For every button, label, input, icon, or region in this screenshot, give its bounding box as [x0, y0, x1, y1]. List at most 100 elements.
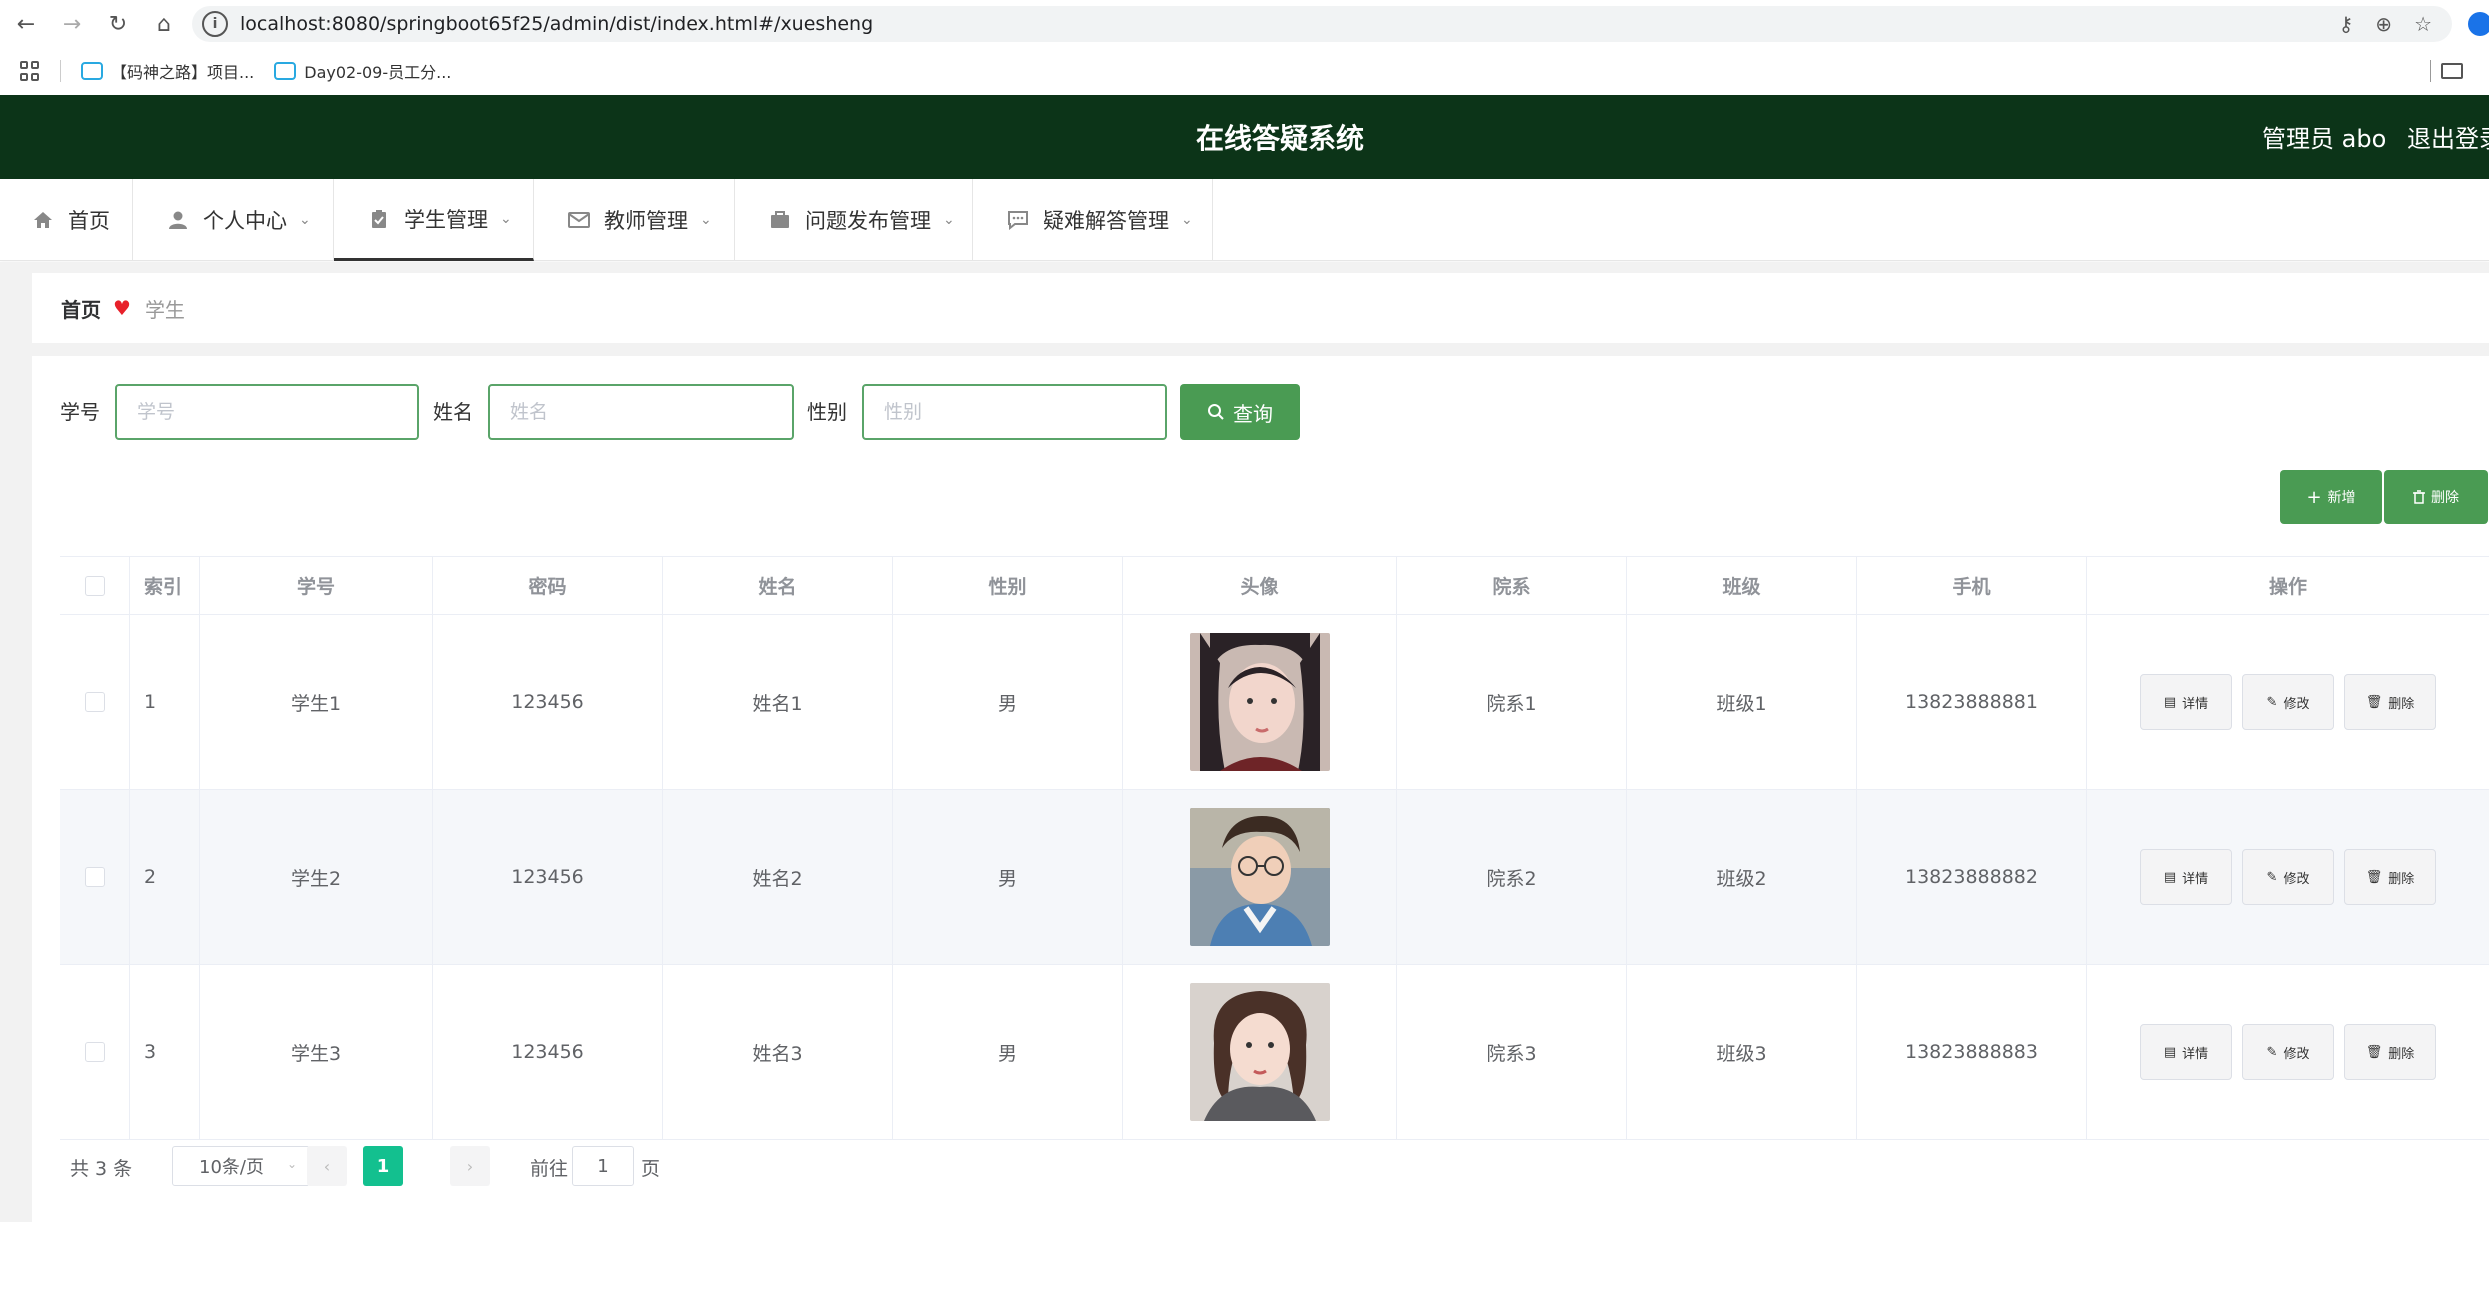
actions-cell: ▤ 详情 ✎ 修改 🗑︎ 删除: [2087, 615, 2489, 789]
password-key-icon[interactable]: ⚷: [2339, 12, 2354, 36]
chevron-down-icon: ⌄: [700, 212, 712, 228]
bookmarks-divider: [2430, 60, 2431, 82]
gender-input[interactable]: [862, 384, 1167, 440]
avatar-image[interactable]: [1189, 983, 1330, 1121]
avatar-image[interactable]: [1189, 633, 1330, 771]
delete-row-button[interactable]: 🗑︎ 删除: [2344, 1024, 2436, 1080]
column-header: 索引: [130, 557, 200, 614]
bookmark-item[interactable]: Day02-09-员工分...: [274, 59, 451, 83]
mail-icon: [568, 209, 590, 231]
menu-item-label: 个人中心: [203, 209, 287, 233]
name-label: 姓名: [433, 400, 473, 424]
menu-item-teacher-management[interactable]: 教师管理 ⌄: [534, 179, 735, 261]
delete-button-label: 删除: [2431, 490, 2459, 506]
delete-label: 删除: [2388, 1046, 2415, 1062]
chevron-right-icon: ›: [466, 1156, 474, 1176]
name-cell: 姓名1: [663, 615, 893, 789]
top-menu: 首页 个人中心 ⌄ 学生管理 ⌄ 教师管理 ⌄ 问题发布管理 ⌄ 疑难解答管理 …: [0, 179, 2489, 261]
edit-label: 修改: [2283, 696, 2310, 712]
menu-item-personal-center[interactable]: 个人中心 ⌄: [133, 179, 334, 261]
row-checkbox[interactable]: [84, 1042, 105, 1062]
forward-icon[interactable]: →: [52, 4, 92, 44]
menu-item-label: 首页: [68, 209, 110, 233]
bilibili-tv-icon: [81, 62, 103, 80]
student-id-cell: 学生2: [200, 790, 433, 964]
avatar-cell: [1123, 790, 1397, 964]
select-all-cell: [60, 557, 130, 614]
bookmark-star-icon[interactable]: ☆: [2414, 12, 2432, 36]
heart-icon: ♥: [113, 296, 131, 320]
folder-icon[interactable]: [2441, 63, 2463, 79]
column-header: 院系: [1397, 557, 1627, 614]
next-page-button[interactable]: ›: [450, 1146, 490, 1186]
student-id-input[interactable]: [115, 384, 419, 440]
menu-item-label: 学生管理: [404, 207, 488, 232]
class-cell: 班级1: [1627, 615, 1857, 789]
bookmark-item[interactable]: 【码神之路】项目...: [81, 59, 254, 83]
edit-button[interactable]: ✎ 修改: [2242, 674, 2334, 730]
detail-label: 详情: [2182, 696, 2209, 712]
logout-button[interactable]: 退出登录: [2407, 119, 2489, 154]
menu-item-answer-management[interactable]: 疑难解答管理 ⌄: [973, 179, 1213, 261]
student-id-label: 学号: [60, 400, 100, 424]
row-checkbox[interactable]: [84, 692, 105, 712]
menu-item-student-management[interactable]: 学生管理 ⌄: [334, 179, 534, 261]
chevron-down-icon: ⌄: [286, 1157, 297, 1171]
document-icon: ▤: [2163, 1044, 2177, 1060]
apps-grid-icon[interactable]: [20, 61, 40, 81]
menu-item-question-publish[interactable]: 问题发布管理 ⌄: [735, 179, 973, 261]
student-table: 索引 学号 密码 姓名 性别 头像 院系 班级 手机 操作 1 学生1 1234…: [60, 556, 2489, 1140]
reload-icon[interactable]: ↻: [98, 4, 138, 44]
table-row: 3 学生3 123456 姓名3 男 院系3 班级3 13823888883 ▤…: [60, 965, 2489, 1140]
chevron-down-icon: ⌄: [299, 212, 311, 228]
profile-avatar-icon[interactable]: [2468, 12, 2489, 36]
search-icon: [1208, 404, 1224, 420]
chevron-left-icon: ‹: [323, 1156, 331, 1176]
address-bar[interactable]: i localhost:8080/springboot65f25/admin/d…: [192, 6, 2452, 42]
zoom-icon[interactable]: ⊕: [2375, 12, 2392, 36]
detail-button[interactable]: ▤ 详情: [2140, 674, 2232, 730]
delete-row-button[interactable]: 🗑︎ 删除: [2344, 849, 2436, 905]
edit-pencil-icon: ✎: [2266, 869, 2278, 885]
site-info-icon[interactable]: i: [202, 11, 228, 37]
add-button[interactable]: + 新增: [2280, 470, 2382, 524]
goto-page-input[interactable]: [572, 1146, 634, 1186]
url-text[interactable]: localhost:8080/springboot65f25/admin/dis…: [240, 13, 873, 35]
bookmarks-bar: 【码神之路】项目... Day02-09-员工分...: [0, 48, 2489, 94]
goto-label: 前往: [530, 1158, 569, 1180]
admin-user-label: 管理员 abo: [2262, 125, 2387, 153]
document-icon: ▤: [2163, 694, 2177, 710]
search-button[interactable]: 查询: [1180, 384, 1300, 440]
phone-cell: 13823888882: [1857, 790, 2087, 964]
index-cell: 3: [130, 965, 200, 1139]
delete-row-button[interactable]: 🗑︎ 删除: [2344, 674, 2436, 730]
back-icon[interactable]: ←: [6, 4, 46, 44]
avatar-image[interactable]: [1189, 808, 1330, 946]
trash-icon: [2413, 490, 2425, 504]
phone-cell: 13823888881: [1857, 615, 2087, 789]
edit-button[interactable]: ✎ 修改: [2242, 1024, 2334, 1080]
page-number-current[interactable]: 1: [363, 1146, 403, 1186]
clipboard-icon: [368, 208, 390, 230]
page-size-select[interactable]: 10条/页 ⌄: [172, 1146, 310, 1186]
prev-page-button[interactable]: ‹: [307, 1146, 347, 1186]
table-row: 1 学生1 123456 姓名1 男 院系1 班级1 13823888881 ▤…: [60, 615, 2489, 790]
trash-icon: 🗑︎: [2365, 694, 2383, 710]
detail-button[interactable]: ▤ 详情: [2140, 849, 2232, 905]
home-browser-icon[interactable]: ⌂: [144, 4, 184, 44]
breadcrumb-home[interactable]: 首页: [61, 294, 101, 323]
detail-button[interactable]: ▤ 详情: [2140, 1024, 2232, 1080]
menu-item-home[interactable]: 首页: [0, 179, 133, 261]
delete-label: 删除: [2388, 696, 2415, 712]
edit-pencil-icon: ✎: [2266, 1044, 2278, 1060]
edit-button[interactable]: ✎ 修改: [2242, 849, 2334, 905]
column-header: 性别: [893, 557, 1123, 614]
batch-delete-button[interactable]: 删除: [2384, 470, 2488, 524]
app-title: 在线答疑系统: [1196, 122, 1365, 155]
edit-label: 修改: [2283, 871, 2310, 887]
table-header-row: 索引 学号 密码 姓名 性别 头像 院系 班级 手机 操作: [60, 557, 2489, 615]
name-input[interactable]: [488, 384, 794, 440]
total-count: 共 3 条: [70, 1158, 133, 1180]
select-all-checkbox[interactable]: [84, 575, 105, 596]
row-checkbox[interactable]: [84, 867, 105, 887]
